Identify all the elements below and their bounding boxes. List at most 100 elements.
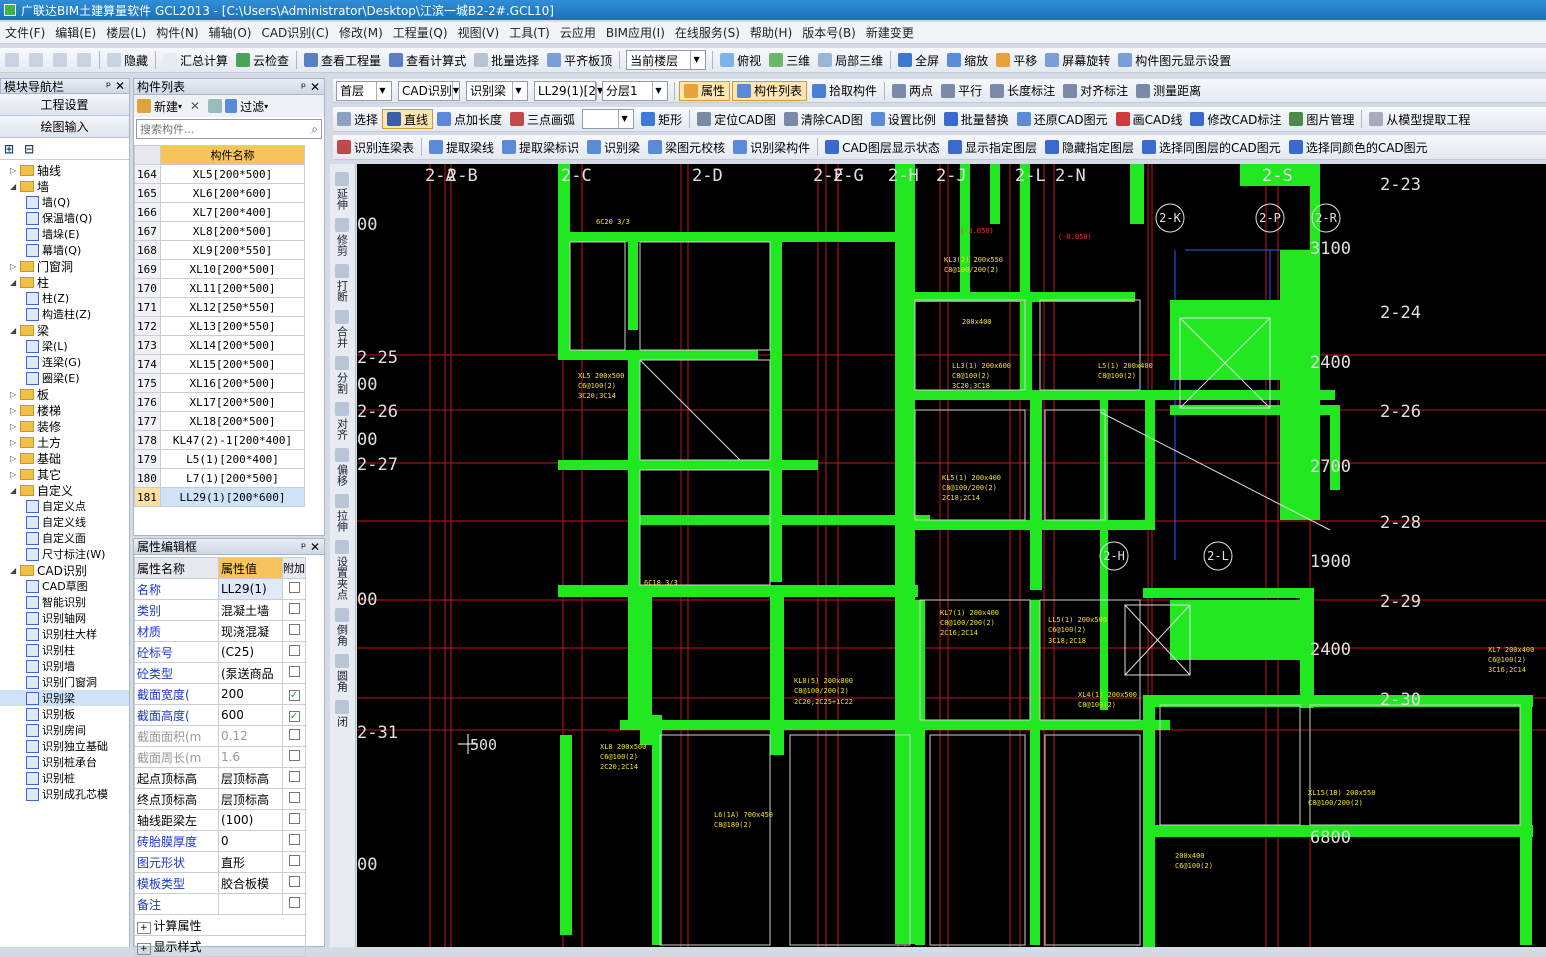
edit-tool-9[interactable]: 倒角 [330, 608, 354, 646]
tree-item[interactable]: 识别轴网 [0, 610, 129, 626]
expand-toggle-icon[interactable]: ▷ [10, 454, 20, 463]
toolbar1-button-0[interactable]: 隐藏 [103, 48, 152, 72]
tree-item[interactable]: 圈梁(E) [0, 370, 129, 386]
tree-item[interactable]: 识别柱 [0, 642, 129, 658]
tree-item[interactable]: ▷ 轴线 [0, 162, 129, 178]
floor-combo[interactable]: 当前楼层 ▼ [626, 50, 707, 70]
view-button-4[interactable]: 缩放 [943, 48, 992, 72]
expand-toggle-icon[interactable]: ▷ [10, 470, 20, 479]
property-row[interactable]: 砼标号 (C25) [134, 641, 307, 663]
table-row[interactable]: 166 XL7[200*400] [134, 202, 305, 222]
expand-toggle-icon[interactable]: ◢ [10, 486, 20, 495]
tree-item[interactable]: 识别桩 [0, 770, 129, 786]
expand-toggle-icon[interactable]: ◢ [10, 278, 20, 287]
toolbar3-button-7[interactable]: 设置比例 [867, 107, 940, 131]
redo-icon[interactable] [77, 53, 91, 67]
tree-item[interactable]: 识别板 [0, 706, 129, 722]
project-settings-button[interactable]: 工程设置 [0, 94, 129, 116]
expand-toggle-icon[interactable]: ▷ [10, 438, 20, 447]
undo-icon[interactable] [53, 53, 67, 67]
cad-drawing-canvas[interactable]: 2-A 2-B 2-C 2-D 2-F 2-G 2-H 2-J 2-L 2-N 2-S 2-23 2-2… [357, 164, 1546, 947]
table-row[interactable]: 175 XL16[200*500] [134, 373, 305, 393]
tree-item[interactable]: 识别梁 [0, 690, 129, 706]
tree-item[interactable]: 识别门窗洞 [0, 674, 129, 690]
property-attach-checkbox[interactable] [288, 750, 300, 761]
property-attach-checkbox[interactable]: ✓ [288, 711, 300, 722]
toolbar3-button-0[interactable]: 选择 [333, 107, 382, 131]
property-attach-checkbox[interactable] [288, 834, 300, 845]
property-row[interactable]: 图元形状 直形 [134, 851, 307, 873]
property-attach-checkbox[interactable] [288, 624, 300, 635]
property-row[interactable]: 模板类型 胶合板模 [134, 872, 307, 894]
toolbar3-button-3[interactable]: 三点画弧 [506, 107, 579, 131]
property-row[interactable]: + 计算属性 [133, 914, 307, 936]
toolbar3-button-11[interactable]: 修改CAD标注 [1186, 107, 1285, 131]
chevron-down-icon[interactable]: ▼ [451, 81, 459, 100]
expand-icon[interactable]: + [137, 921, 151, 934]
edit-tool-6[interactable]: 偏移 [330, 448, 354, 486]
property-row[interactable]: 名称 LL29(1) [134, 578, 307, 600]
property-row[interactable]: 轴线距梁左 (100) [134, 809, 307, 831]
view-button-1[interactable]: 三维 [765, 48, 814, 72]
property-attach-checkbox[interactable] [288, 792, 300, 803]
toolbar4-button-4[interactable]: 梁图元校核 [644, 135, 729, 159]
tree-item[interactable]: ◢ 自定义 [0, 482, 129, 498]
toolbar4-button-8[interactable]: 隐藏指定图层 [1041, 135, 1138, 159]
property-value[interactable]: (泵送商品 [218, 662, 283, 684]
table-row[interactable]: 165 XL6[200*600] [134, 183, 305, 203]
drawing-input-button[interactable]: 绘图输入 [0, 116, 129, 138]
expand-toggle-icon[interactable]: ▷ [10, 262, 20, 271]
property-value[interactable]: (C25) [218, 641, 283, 663]
edit-tool-0[interactable]: 延伸 [330, 172, 354, 210]
toolbar3-button-4[interactable]: 矩形 [637, 107, 686, 131]
chevron-down-icon[interactable]: ▼ [652, 81, 664, 100]
table-row[interactable]: 178 KL47(2)-1[200*400] [134, 430, 305, 450]
property-row[interactable]: 截面高度(600 ✓ [134, 704, 307, 726]
tree-item[interactable]: 自定义线 [0, 514, 129, 530]
edit-tool-10[interactable]: 圆角 [330, 654, 354, 692]
tree-item[interactable]: ◢ 梁 [0, 322, 129, 338]
tree-item[interactable]: 尺寸标注(W) [0, 546, 129, 562]
property-attach-checkbox[interactable] [288, 582, 300, 593]
table-row[interactable]: 177 XL18[200*500] [134, 411, 305, 431]
menu-item[interactable]: 新建变更 [861, 24, 919, 41]
property-value[interactable]: 200 [218, 683, 283, 705]
tree-item[interactable]: 保温墙(Q) [0, 210, 129, 226]
toolbar1-button-6[interactable]: 平齐板顶 [543, 48, 616, 72]
view-button-2[interactable]: 局部三维 [814, 48, 887, 72]
property-attach-checkbox[interactable] [288, 897, 300, 908]
menu-item[interactable]: 编辑(E) [50, 24, 101, 41]
delete-icon[interactable]: ✕ [190, 99, 200, 113]
toolbar3-button-8[interactable]: 批量替换 [940, 107, 1013, 131]
toolbar4-button-1[interactable]: 提取梁线 [425, 135, 498, 159]
toolbar4-button-2[interactable]: 提取梁标识 [498, 135, 583, 159]
tree-item[interactable]: 构造柱(Z) [0, 306, 129, 322]
toolbar3-button-2[interactable]: 点加长度 [433, 107, 506, 131]
tree-item[interactable]: ▷ 楼梯 [0, 402, 129, 418]
menu-item[interactable]: 文件(F) [0, 24, 50, 41]
property-attach-checkbox[interactable] [288, 813, 300, 824]
edit-tool-5[interactable]: 对齐 [330, 402, 354, 440]
table-row[interactable]: 170 XL11[200*500] [134, 278, 305, 298]
toolbar4-button-7[interactable]: 显示指定图层 [944, 135, 1041, 159]
property-attach-checkbox[interactable] [288, 666, 300, 677]
property-value[interactable]: 直形 [218, 851, 283, 873]
property-value[interactable]: LL29(1) [218, 578, 283, 600]
tree-item[interactable]: 识别桩承台 [0, 754, 129, 770]
menu-item[interactable]: 构件(N) [151, 24, 203, 41]
close-icon[interactable]: ᵖ ✕ [301, 80, 324, 94]
table-row[interactable]: 174 XL15[200*500] [134, 354, 305, 374]
expand-toggle-icon[interactable]: ▷ [10, 390, 20, 399]
toolbar1-button-5[interactable]: 批量选择 [470, 48, 543, 72]
property-attach-checkbox[interactable] [288, 729, 300, 740]
table-row[interactable]: 167 XL8[200*500] [134, 221, 305, 241]
property-row[interactable]: 截面宽度(200 ✓ [134, 683, 307, 705]
expand-toggle-icon[interactable]: ▷ [10, 422, 20, 431]
property-value[interactable]: (100) [218, 809, 283, 831]
chevron-down-icon[interactable]: ▼ [512, 81, 524, 100]
new-button[interactable]: 新建 [154, 98, 178, 115]
tree-item[interactable]: ◢ CAD识别 [0, 562, 129, 578]
menu-item[interactable]: CAD识别(C) [256, 24, 334, 41]
toolbar4-button-9[interactable]: 选择同图层的CAD图元 [1138, 135, 1285, 159]
expand-toggle-icon[interactable]: ◢ [10, 182, 20, 191]
